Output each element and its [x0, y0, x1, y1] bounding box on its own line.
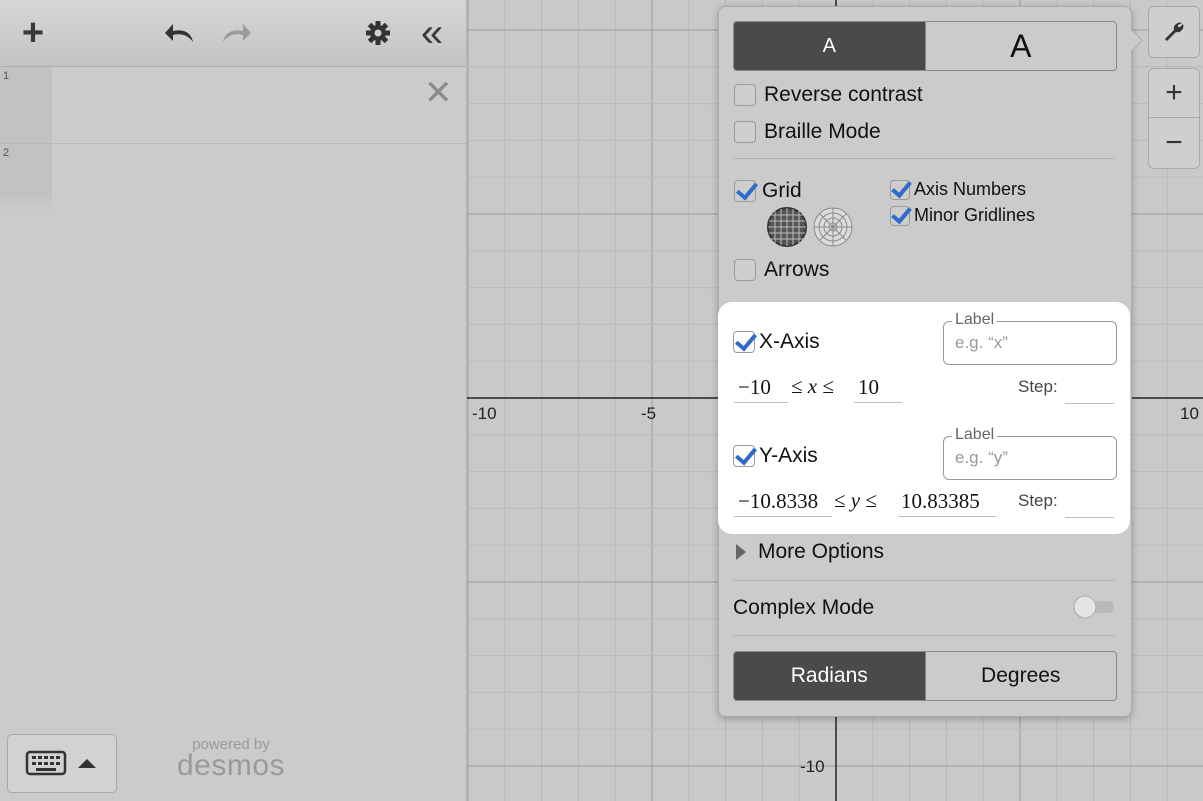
y-axis-label-field[interactable]: Label e.g. “y” [943, 426, 1117, 480]
redo-button[interactable] [216, 14, 256, 52]
grid-type-selector [767, 207, 853, 247]
y-max-value: 10.83385 [901, 489, 980, 513]
x-axis-option[interactable]: X-Axis [733, 330, 820, 354]
cartesian-grid-icon[interactable] [767, 207, 807, 247]
keyboard-icon [25, 750, 96, 776]
desmos-logo: desmos [176, 749, 286, 782]
settings-button[interactable] [362, 14, 394, 52]
undo-button[interactable] [160, 14, 200, 52]
divider [733, 580, 1115, 581]
text-size-toggle: A A [733, 21, 1117, 71]
undo-icon [165, 24, 193, 42]
x-variable: x [807, 374, 818, 398]
more-options-label: More Options [758, 540, 885, 563]
y-tick-label: -10 [800, 757, 825, 776]
row-number: 1 [3, 70, 10, 82]
powered-by-desmos[interactable]: powered by desmos [171, 736, 291, 782]
x-tick-label: -10 [472, 404, 497, 423]
text-size-large-button[interactable]: A [924, 22, 1117, 70]
zoom-in-button[interactable]: + [1148, 68, 1200, 118]
row-index: 2 [0, 144, 52, 214]
x-step-field[interactable] [1065, 374, 1114, 404]
y-min-value: −10.8338 [738, 489, 819, 513]
y-axis-label-placeholder: e.g. “y” [955, 448, 1008, 467]
arrows-option[interactable]: Arrows [734, 258, 829, 282]
y-axis-checkbox[interactable] [733, 445, 755, 467]
reverse-contrast-option[interactable]: Reverse contrast [734, 83, 923, 107]
degrees-button[interactable]: Degrees [924, 652, 1117, 700]
minor-gridlines-label: Minor Gridlines [914, 205, 1036, 225]
braille-mode-label: Braille Mode [764, 120, 881, 143]
x-max-value: 10 [858, 375, 879, 399]
grid-option[interactable]: Grid [734, 179, 802, 203]
radians-button[interactable]: Radians [734, 652, 925, 700]
y-range-relation: ≤ y ≤ [834, 488, 877, 512]
grid-checkbox[interactable] [734, 180, 756, 202]
x-axis-label-placeholder: e.g. “x” [955, 333, 1008, 352]
graph-settings-button[interactable] [1148, 6, 1200, 58]
divider [733, 635, 1115, 636]
axis-numbers-option[interactable]: Axis Numbers [890, 179, 1026, 200]
expression-toolbar: + « [0, 0, 466, 67]
axes-settings-card: X-Axis Label e.g. “x” −10 ≤ x ≤ 10 Step:… [718, 302, 1130, 534]
axis-numbers-checkbox[interactable] [890, 179, 910, 200]
x-step-label: Step: [1018, 377, 1058, 396]
reverse-contrast-label: Reverse contrast [764, 83, 923, 106]
x-min-value: −10 [738, 375, 771, 399]
x-axis-label: X-Axis [759, 330, 820, 353]
complex-mode-switch[interactable] [1072, 594, 1116, 620]
divider [733, 158, 1115, 159]
label-caption: Label [952, 311, 998, 329]
keypad-toggle-button[interactable] [7, 734, 117, 793]
y-axis-label: Y-Axis [759, 444, 818, 467]
minor-gridlines-option[interactable]: Minor Gridlines [890, 205, 1035, 226]
reverse-contrast-checkbox[interactable] [734, 84, 756, 106]
x-range-relation: ≤ x ≤ [791, 374, 834, 398]
x-axis-label-field[interactable]: Label e.g. “x” [943, 311, 1117, 365]
collapse-panel-button[interactable]: « [412, 13, 452, 53]
gear-icon [366, 21, 390, 45]
angle-mode-toggle: Radians Degrees [733, 651, 1117, 701]
expression-panel: + « 1 ✕ 2 powered by desmos [0, 0, 467, 801]
row-index: 1 [0, 67, 52, 143]
arrows-label: Arrows [764, 258, 830, 281]
zoom-out-button[interactable]: − [1148, 117, 1200, 169]
y-min-field[interactable]: −10.8338 [734, 486, 832, 517]
more-options-toggle[interactable]: More Options [734, 540, 884, 564]
braille-mode-checkbox[interactable] [734, 121, 756, 143]
y-max-field[interactable]: 10.83385 [898, 486, 996, 517]
y-step-field[interactable] [1065, 488, 1114, 518]
y-axis-option[interactable]: Y-Axis [733, 444, 818, 468]
add-item-button[interactable]: + [14, 12, 52, 54]
minor-gridlines-checkbox[interactable] [890, 205, 910, 226]
redo-icon [223, 24, 251, 42]
y-step-label: Step: [1018, 491, 1058, 510]
x-axis-checkbox[interactable] [733, 331, 755, 353]
caret-right-icon [736, 544, 746, 560]
grid-label: Grid [762, 179, 802, 202]
label-caption: Label [952, 426, 998, 444]
y-variable: y [850, 488, 861, 512]
braille-mode-option[interactable]: Braille Mode [734, 120, 881, 144]
text-size-small-button[interactable]: A [734, 22, 925, 70]
delete-expression-button[interactable]: ✕ [424, 73, 453, 113]
axis-numbers-label: Axis Numbers [914, 179, 1027, 199]
row-number: 2 [3, 147, 10, 159]
x-max-field[interactable]: 10 [854, 372, 902, 403]
arrows-checkbox[interactable] [734, 259, 756, 281]
wrench-icon [1165, 22, 1184, 41]
expression-row[interactable]: 2 [0, 144, 466, 214]
complex-mode-label: Complex Mode [733, 596, 875, 619]
polar-grid-icon[interactable] [813, 207, 853, 247]
expression-row[interactable]: 1 ✕ [0, 67, 466, 144]
x-min-field[interactable]: −10 [734, 372, 788, 403]
x-tick-label: -5 [641, 404, 657, 423]
x-tick-label: 10 [1180, 404, 1199, 423]
